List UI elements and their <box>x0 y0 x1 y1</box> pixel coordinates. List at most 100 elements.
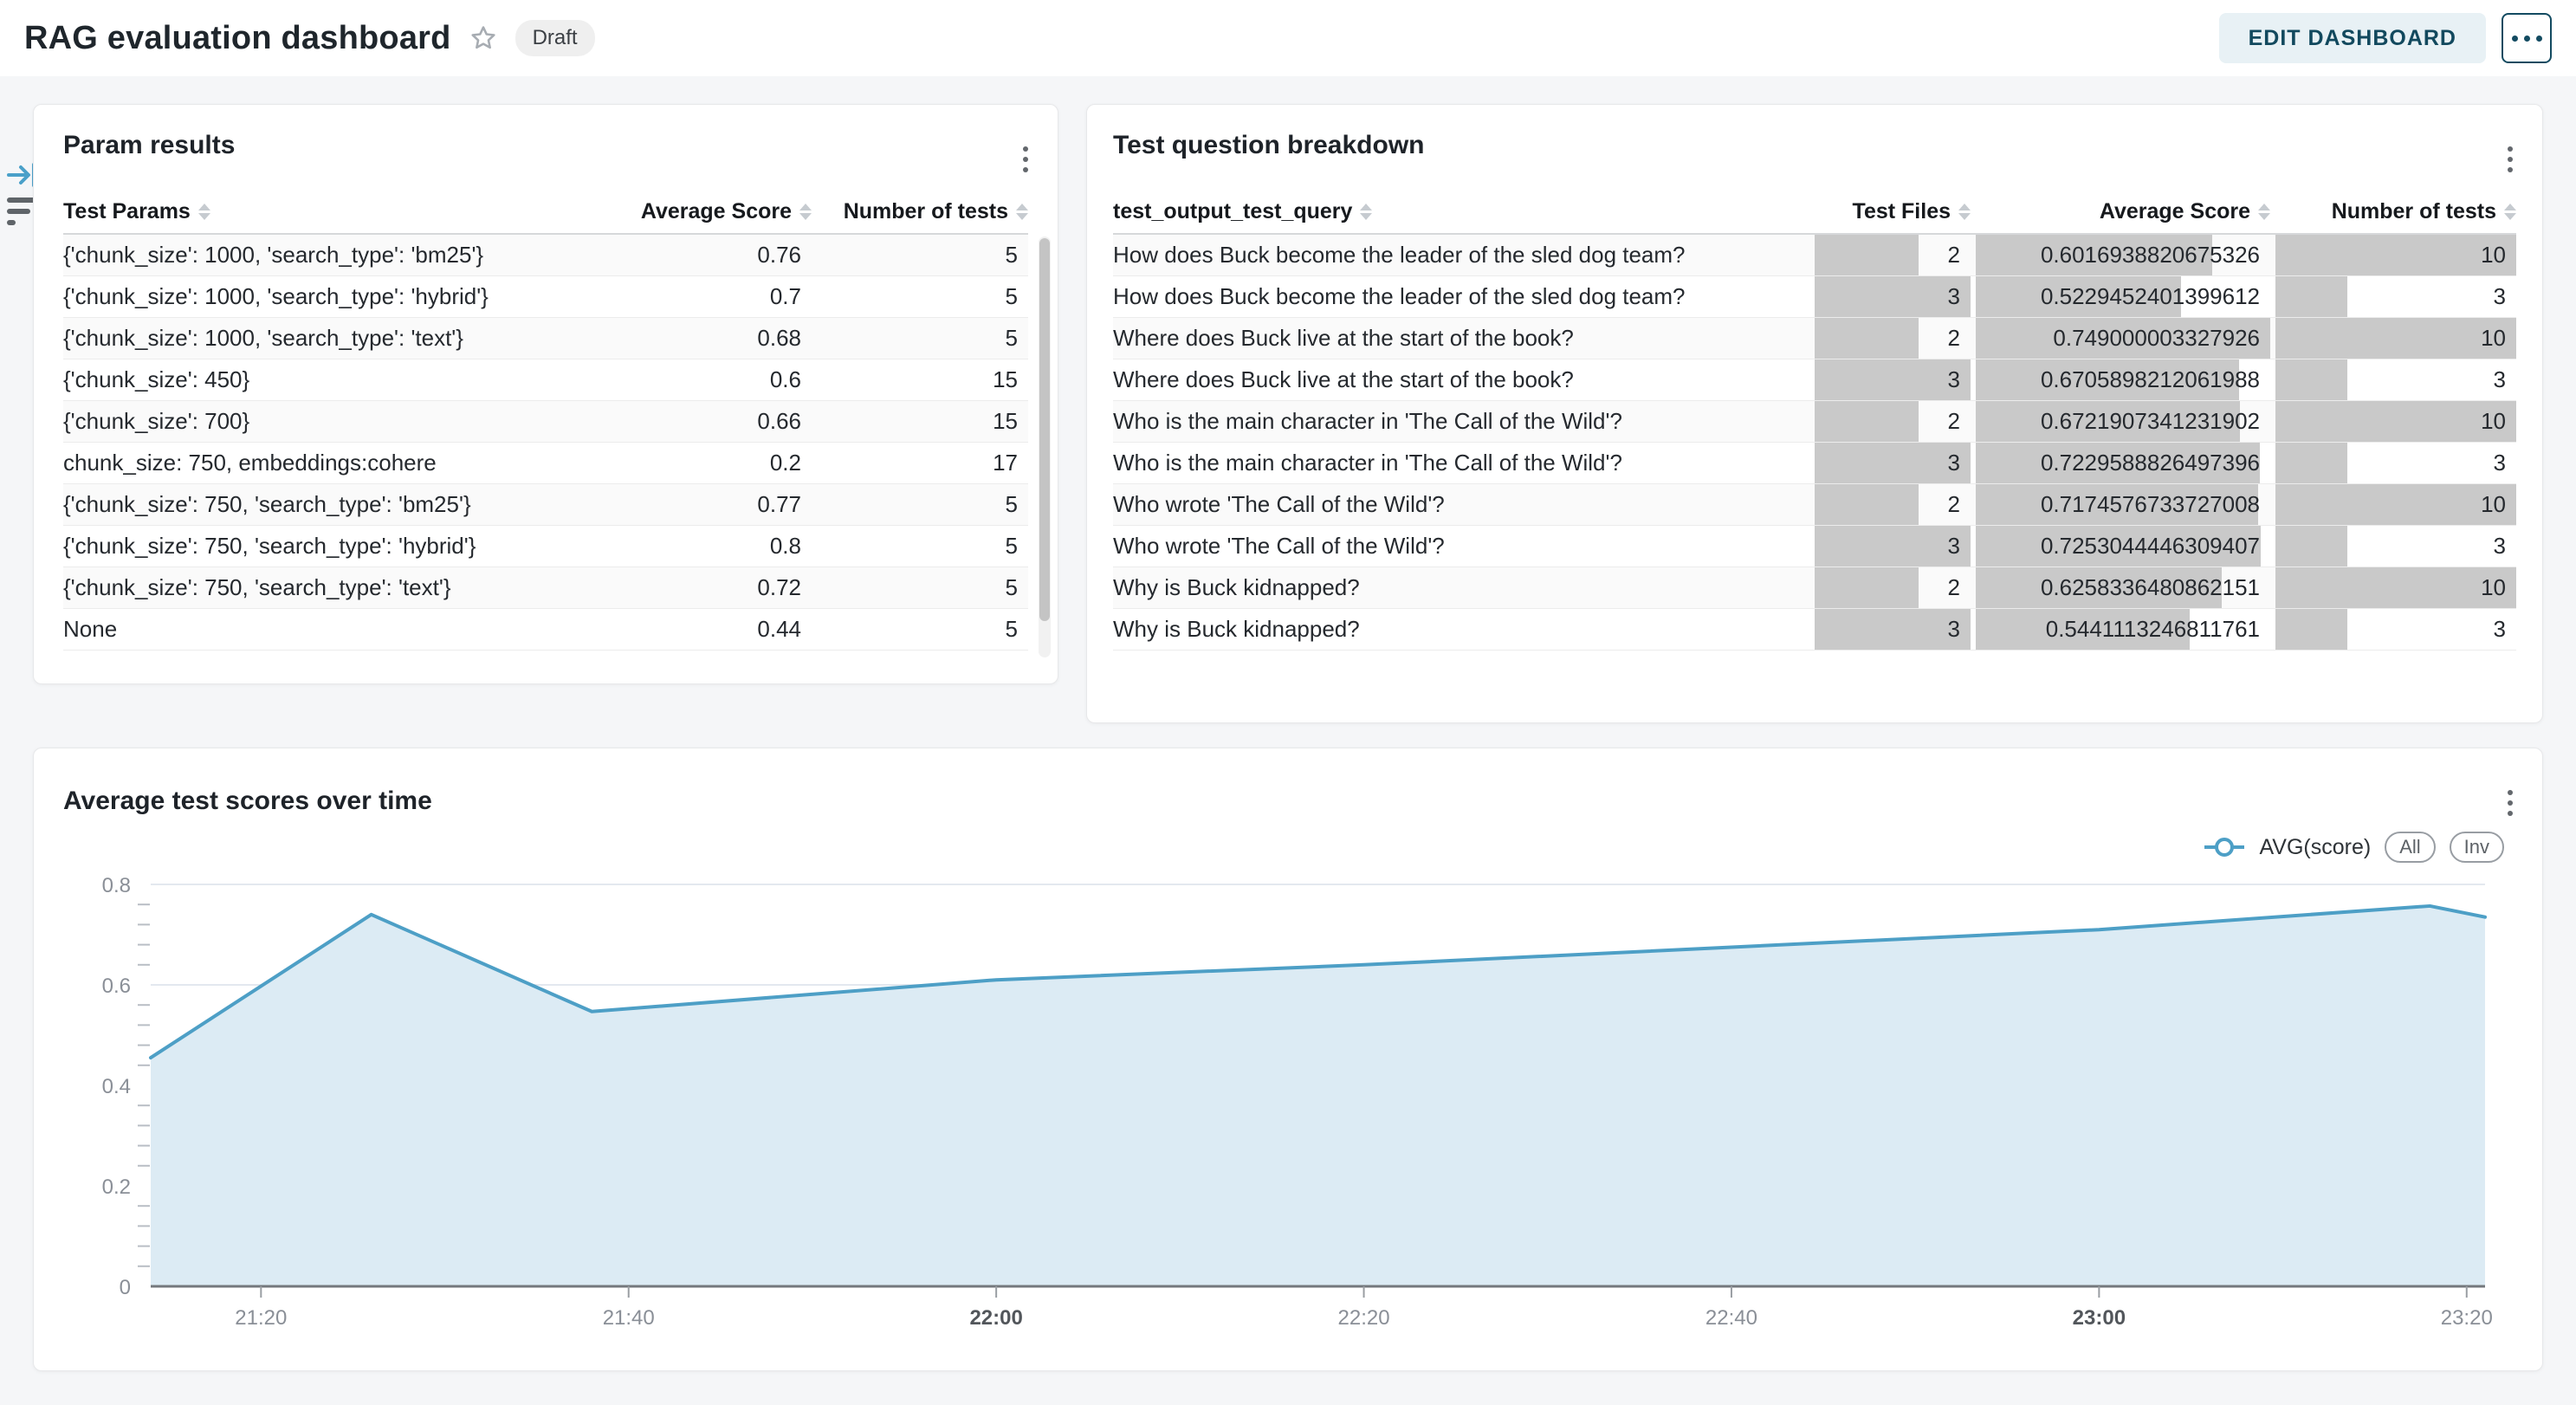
y-tick-label: 0.8 <box>102 874 131 897</box>
star-favorite-icon[interactable] <box>469 23 498 53</box>
table-cell: 5 <box>812 318 1028 359</box>
kebab-menu-icon[interactable] <box>2504 143 2516 176</box>
table-row: Where does Buck live at the start of the… <box>1113 359 2516 401</box>
query-cell: Why is Buck kidnapped? <box>1113 609 1809 650</box>
y-tick-label: 0 <box>120 1276 131 1299</box>
column-header-number-of-tests[interactable]: Number of tests <box>2275 199 2516 224</box>
table-row: {'chunk_size': 450}0.615 <box>63 359 1028 401</box>
table-cell: 0.72 <box>638 567 812 608</box>
table-cell: 17 <box>812 443 1028 483</box>
sort-icon <box>2258 204 2270 220</box>
table-cell: {'chunk_size': 1000, 'search_type': 'bm2… <box>63 235 638 275</box>
sort-icon <box>198 204 210 220</box>
query-cell: Why is Buck kidnapped? <box>1113 567 1809 608</box>
top-header-bar: RAG evaluation dashboard Draft EDIT DASH… <box>0 0 2576 76</box>
data-bar-cell: 0.7253044446309407 <box>1976 526 2270 567</box>
table-cell: {'chunk_size': 750, 'search_type': 'bm25… <box>63 484 638 525</box>
table-cell: 15 <box>812 359 1028 400</box>
question-breakdown-rows: How does Buck become the leader of the s… <box>1113 235 2516 651</box>
sort-icon <box>1016 204 1028 220</box>
table-row: Where does Buck live at the start of the… <box>1113 318 2516 359</box>
table-cell: 0.6 <box>638 359 812 400</box>
data-bar-cell: 3 <box>1815 443 1971 483</box>
data-bar-cell: 3 <box>1815 359 1971 400</box>
query-cell: Where does Buck live at the start of the… <box>1113 318 1809 359</box>
table-cell: 0.44 <box>638 609 812 650</box>
scrollbar-thumb[interactable] <box>1039 238 1050 621</box>
table-row: {'chunk_size': 1000, 'search_type': 'bm2… <box>63 235 1028 276</box>
y-tick-label: 0.2 <box>102 1175 131 1199</box>
data-bar-cell: 2 <box>1815 567 1971 608</box>
table-cell: {'chunk_size': 750, 'search_type': 'hybr… <box>63 526 638 567</box>
column-header-test-params[interactable]: Test Params <box>63 199 638 224</box>
table-cell: 0.8 <box>638 526 812 567</box>
table-cell: 5 <box>812 609 1028 650</box>
page-title: RAG evaluation dashboard <box>24 20 451 57</box>
sort-icon <box>2504 204 2516 220</box>
table-row: {'chunk_size': 1000, 'search_type': 'hyb… <box>63 276 1028 318</box>
y-tick-label: 0.6 <box>102 974 131 998</box>
data-bar-cell: 3 <box>2275 609 2516 650</box>
table-cell: chunk_size: 750, embeddings:cohere <box>63 443 638 483</box>
data-bar-cell: 0.749000003327926 <box>1976 318 2270 359</box>
table-row: How does Buck become the leader of the s… <box>1113 276 2516 318</box>
table-cell: {'chunk_size': 1000, 'search_type': 'hyb… <box>63 276 638 317</box>
table-header-row: Test Params Average Score Number of test… <box>63 190 1028 235</box>
edit-dashboard-button[interactable]: EDIT DASHBOARD <box>2219 13 2486 63</box>
data-bar-cell: 3 <box>2275 526 2516 567</box>
param-results-table: Test Params Average Score Number of test… <box>63 190 1028 651</box>
avg-scores-chart-panel: Average test scores over time AVG(score)… <box>33 748 2543 1371</box>
table-row: None0.445 <box>63 609 1028 651</box>
data-bar-cell: 0.7174576733727008 <box>1976 484 2270 525</box>
table-row: {'chunk_size': 1000, 'search_type': 'tex… <box>63 318 1028 359</box>
x-tick-label: 22:00 <box>969 1306 1022 1330</box>
query-cell: Who wrote 'The Call of the Wild'? <box>1113 526 1809 567</box>
table-row: How does Buck become the leader of the s… <box>1113 235 2516 276</box>
x-tick-label: 21:40 <box>603 1306 655 1330</box>
table-row: {'chunk_size': 750, 'search_type': 'text… <box>63 567 1028 609</box>
y-tick-label: 0.4 <box>102 1075 131 1098</box>
table-cell: None <box>63 609 638 650</box>
panel-title: Param results <box>63 131 1028 160</box>
more-options-button[interactable] <box>2502 13 2552 63</box>
data-bar-cell: 10 <box>2275 318 2516 359</box>
table-row: Who is the main character in 'The Call o… <box>1113 401 2516 443</box>
column-header-test-query[interactable]: test_output_test_query <box>1113 199 1809 224</box>
table-cell: 5 <box>812 276 1028 317</box>
data-bar-cell: 2 <box>1815 318 1971 359</box>
status-badge: Draft <box>515 20 595 56</box>
query-cell: How does Buck become the leader of the s… <box>1113 276 1809 317</box>
column-header-average-score[interactable]: Average Score <box>638 199 812 224</box>
column-header-test-files[interactable]: Test Files <box>1815 199 1971 224</box>
query-cell: Where does Buck live at the start of the… <box>1113 359 1809 400</box>
column-header-average-score[interactable]: Average Score <box>1976 199 2270 224</box>
x-tick-label: 22:40 <box>1705 1306 1757 1330</box>
table-cell: 5 <box>812 526 1028 567</box>
data-bar-cell: 3 <box>1815 276 1971 317</box>
table-cell: 0.76 <box>638 235 812 275</box>
data-bar-cell: 10 <box>2275 401 2516 442</box>
column-header-number-of-tests[interactable]: Number of tests <box>812 199 1028 224</box>
table-cell: 0.7 <box>638 276 812 317</box>
kebab-menu-icon[interactable] <box>1019 143 1032 176</box>
table-row: {'chunk_size': 750, 'search_type': 'bm25… <box>63 484 1028 526</box>
table-cell: {'chunk_size': 450} <box>63 359 638 400</box>
x-tick-label: 23:00 <box>2073 1306 2126 1330</box>
data-bar-cell: 10 <box>2275 567 2516 608</box>
table-cell: {'chunk_size': 700} <box>63 401 638 442</box>
sort-icon <box>799 204 812 220</box>
query-cell: How does Buck become the leader of the s… <box>1113 235 1809 275</box>
data-bar-cell: 0.7229588826497396 <box>1976 443 2270 483</box>
x-tick-label: 21:20 <box>235 1306 287 1330</box>
data-bar-cell: 3 <box>2275 359 2516 400</box>
data-bar-cell: 0.5229452401399612 <box>1976 276 2270 317</box>
data-bar-cell: 2 <box>1815 484 1971 525</box>
area-line-chart[interactable]: 00.20.40.60.821:2021:4022:0022:2022:4023… <box>34 748 2544 1372</box>
table-row: Why is Buck kidnapped?20.625833648086215… <box>1113 567 2516 609</box>
data-bar-cell: 0.5441113246811761 <box>1976 609 2270 650</box>
x-tick-label: 23:20 <box>2441 1306 2493 1330</box>
scrollbar-track[interactable] <box>1039 236 1051 657</box>
table-cell: 15 <box>812 401 1028 442</box>
sort-icon <box>1958 204 1971 220</box>
data-bar-cell: 3 <box>1815 609 1971 650</box>
